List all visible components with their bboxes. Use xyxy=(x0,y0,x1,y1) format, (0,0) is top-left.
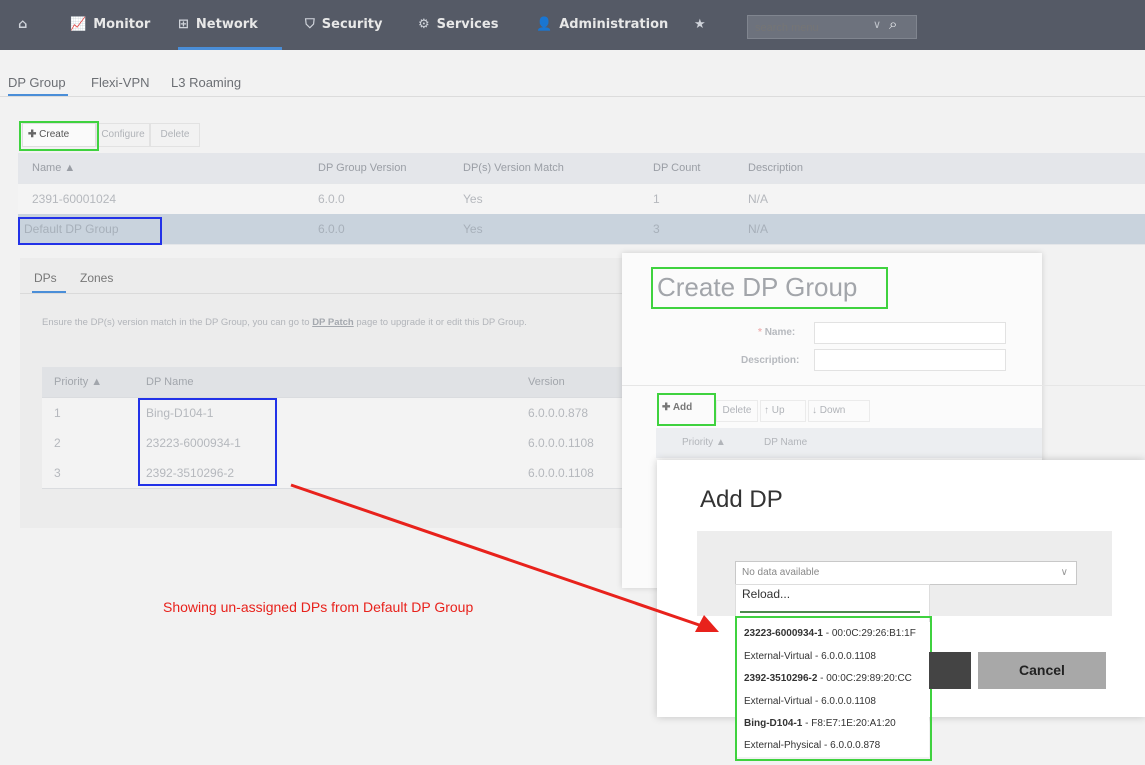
chart-icon: 📈 xyxy=(70,17,87,32)
highlight-add xyxy=(657,393,716,426)
home-icon: ⌂ xyxy=(18,17,28,32)
reload-option[interactable]: Reload... xyxy=(742,587,790,601)
table-row[interactable]: 2 23223-6000934-1 6.0.0.0.1108 xyxy=(42,428,622,459)
group-table-header: Name ▲ DP Group Version DP(s) Version Ma… xyxy=(18,153,1145,184)
divider xyxy=(20,293,622,294)
cell-version-match: Yes xyxy=(463,192,483,206)
chevron-down-icon: ∨ xyxy=(1060,567,1068,578)
col-version[interactable]: DP Group Version xyxy=(318,153,406,183)
nav-administration[interactable]: 👤 Administration xyxy=(536,0,668,50)
priority-table-header: Priority ▲ DP Name xyxy=(656,428,1042,458)
ok-button[interactable] xyxy=(929,652,971,689)
notice-before: Ensure the DP(s) version match in the DP… xyxy=(42,317,313,328)
cell-name: 2391-60001024 xyxy=(32,192,117,206)
search-input[interactable] xyxy=(753,19,877,37)
cell-version: 6.0.0.0.878 xyxy=(528,406,589,420)
cell-version: 6.0.0 xyxy=(318,222,345,236)
dp-table-header: Priority ▲ DP Name Version xyxy=(42,367,622,398)
arrow-down-icon: ↓ xyxy=(812,405,817,416)
description-label: Description: xyxy=(741,355,800,366)
delete-dp-button[interactable]: Delete xyxy=(716,400,758,422)
tab-zones[interactable]: Zones xyxy=(80,271,113,285)
cell-version-match: Yes xyxy=(463,222,483,236)
table-row[interactable]: 2391-60001024 6.0.0 Yes 1 N/A xyxy=(18,184,1145,215)
nav-label: Administration xyxy=(559,17,669,32)
cell-priority: 3 xyxy=(54,466,61,480)
col-description[interactable]: Description xyxy=(748,153,803,183)
cell-description: N/A xyxy=(748,222,769,236)
nav-label: Monitor xyxy=(93,17,151,32)
up-button[interactable]: ↑ Up xyxy=(760,400,806,422)
nav-services[interactable]: ⚙ Services xyxy=(418,0,498,50)
tab-dp-group[interactable]: DP Group xyxy=(8,75,66,90)
name-label: * Name: xyxy=(758,327,795,338)
dropdown-underline xyxy=(740,611,920,613)
top-nav: ⌂ 📈 Monitor ⊞ Network ⛉ Security ⚙ Services … xyxy=(0,0,1145,50)
delete-button[interactable]: Delete xyxy=(150,123,200,147)
table-row[interactable]: 1 Bing-D104-1 6.0.0.0.878 xyxy=(42,398,622,429)
divider xyxy=(0,96,1145,97)
network-icon: ⊞ xyxy=(178,17,189,32)
nav-home[interactable]: ⌂ xyxy=(18,0,34,50)
cell-priority: 2 xyxy=(54,436,61,450)
cancel-button[interactable]: Cancel xyxy=(978,652,1106,689)
highlight-dp-names xyxy=(138,398,277,486)
chevron-down-icon[interactable]: ∨ xyxy=(873,18,881,31)
col-name[interactable]: Name ▲ xyxy=(32,153,75,183)
col-version-match[interactable]: DP(s) Version Match xyxy=(463,153,564,183)
search-menu[interactable]: ∨ ⌕ xyxy=(747,15,917,39)
notice-text: Ensure the DP(s) version match in the DP… xyxy=(42,317,527,328)
divider xyxy=(622,385,1145,386)
tab-dps[interactable]: DPs xyxy=(34,271,57,285)
description-field[interactable] xyxy=(814,349,1006,371)
user-icon: 👤 xyxy=(536,17,553,32)
up-label: Up xyxy=(771,405,785,416)
notice-after: page to upgrade it or edit this DP Group… xyxy=(353,317,527,328)
arrow-up-icon: ↑ xyxy=(764,405,769,416)
search-icon[interactable]: ⌕ xyxy=(889,16,897,33)
col-priority[interactable]: Priority ▲ xyxy=(682,428,726,458)
nav-monitor[interactable]: 📈 Monitor xyxy=(70,0,150,50)
name-label-text: Name: xyxy=(764,327,796,338)
highlight-create xyxy=(19,121,99,151)
cell-description: N/A xyxy=(748,192,769,206)
nav-label: Security xyxy=(321,17,383,32)
highlight-default-group xyxy=(18,217,162,245)
shield-icon: ⛉ xyxy=(305,17,315,32)
dp-patch-link[interactable]: DP Patch xyxy=(312,317,354,328)
down-button[interactable]: ↓ Down xyxy=(808,400,870,422)
col-version[interactable]: Version xyxy=(528,367,565,397)
gears-icon: ⚙ xyxy=(418,17,430,32)
select-placeholder: No data available xyxy=(742,567,820,578)
star-icon: ★ xyxy=(694,17,706,32)
down-label: Down xyxy=(819,405,846,416)
name-field[interactable] xyxy=(814,322,1006,344)
dp-select[interactable]: No data available ∨ xyxy=(735,561,1077,585)
cell-dp-count: 3 xyxy=(653,222,660,236)
highlight-dp-options xyxy=(735,616,932,761)
col-dp-name[interactable]: DP Name xyxy=(146,367,193,397)
cell-version: 6.0.0 xyxy=(318,192,345,206)
col-dp-name[interactable]: DP Name xyxy=(764,428,807,458)
nav-favorites[interactable]: ★ xyxy=(694,0,713,50)
tab-l3-roaming[interactable]: L3 Roaming xyxy=(171,75,241,90)
col-dp-count[interactable]: DP Count xyxy=(653,153,701,183)
cell-dp-count: 1 xyxy=(653,192,660,206)
nav-label: Services xyxy=(436,17,499,32)
tab-flexi-vpn[interactable]: Flexi-VPN xyxy=(91,75,150,90)
configure-button[interactable]: Configure xyxy=(96,123,150,147)
col-priority[interactable]: Priority ▲ xyxy=(54,367,102,397)
annotation-arrow xyxy=(290,483,719,632)
table-row-selected[interactable]: Default DP Group 6.0.0 Yes 3 N/A xyxy=(18,214,1145,245)
nav-label: Network xyxy=(195,17,258,32)
nav-network[interactable]: ⊞ Network xyxy=(178,0,282,50)
cell-version: 6.0.0.0.1108 xyxy=(528,436,594,450)
nav-security[interactable]: ⛉ Security xyxy=(305,0,382,50)
cell-priority: 1 xyxy=(54,406,61,420)
highlight-create-title xyxy=(651,267,888,309)
required-mark: * xyxy=(758,327,762,338)
